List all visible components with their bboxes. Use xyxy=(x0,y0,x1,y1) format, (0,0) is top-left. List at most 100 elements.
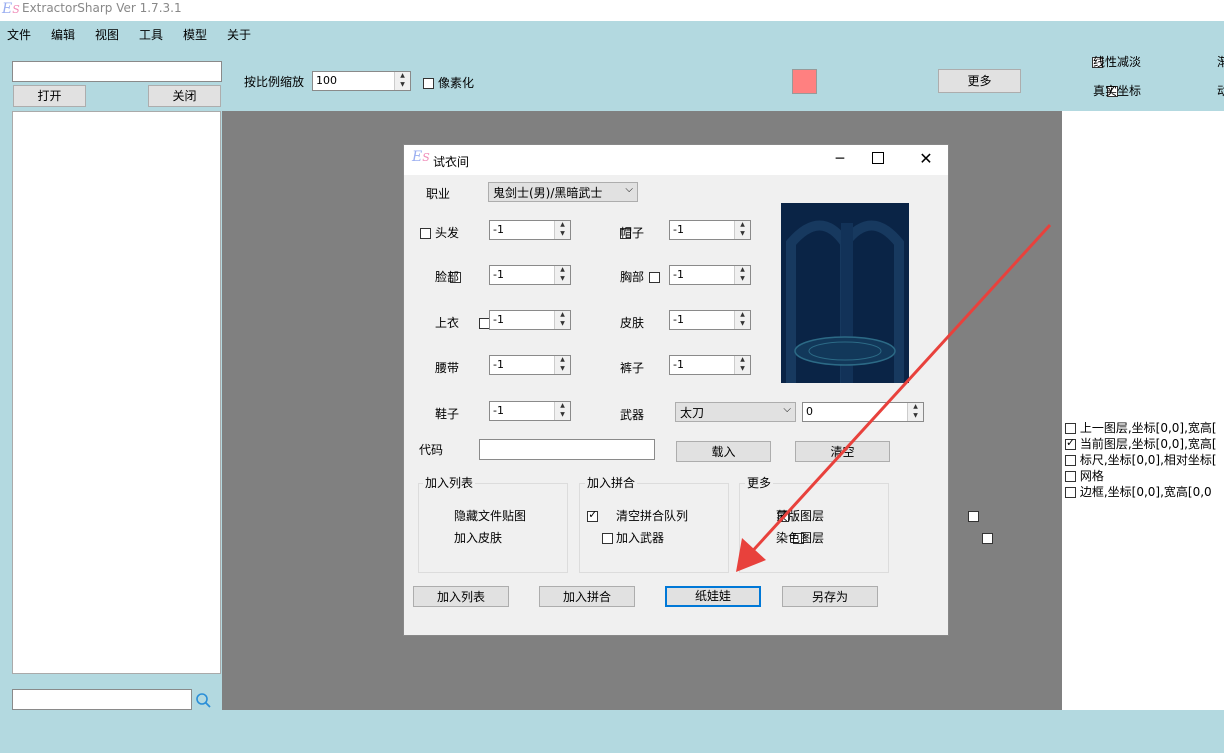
menu-edit[interactable]: 编辑 xyxy=(51,26,75,43)
weapon-type-value: 太刀 xyxy=(680,406,705,420)
hide-files-label: 隐藏文件贴图 xyxy=(454,509,527,523)
belt-stepper[interactable]: -1 ▲ ▼ xyxy=(489,355,571,375)
real-coords-label: 真实坐标 xyxy=(1093,84,1142,98)
group-add-list-title: 加入列表 xyxy=(423,474,476,491)
hair-label: 头发 xyxy=(435,226,460,240)
stepper-arrows[interactable]: ▲ ▼ xyxy=(554,356,570,374)
more-button[interactable]: 更多 xyxy=(938,69,1021,93)
stepper-arrows[interactable]: ▲ ▼ xyxy=(554,266,570,284)
close-button[interactable]: 关闭 xyxy=(148,85,221,107)
pants-label: 裤子 xyxy=(620,361,645,375)
dialog-logo: ES xyxy=(412,149,430,165)
scale-stepper-arrows[interactable]: ▲ ▼ xyxy=(394,72,410,90)
group-add-list xyxy=(418,483,568,573)
layer-item-grid[interactable]: 网格 xyxy=(1065,467,1104,484)
face-value: -1 xyxy=(493,268,504,281)
hair-checkbox[interactable] xyxy=(420,228,431,239)
menu-about[interactable]: 关于 xyxy=(227,26,251,43)
menu-model[interactable]: 模型 xyxy=(183,26,207,43)
window-title: ExtractorSharp Ver 1.7.3.1 xyxy=(22,1,182,15)
menu-view[interactable]: 视图 xyxy=(95,26,119,43)
search-icon[interactable] xyxy=(195,692,212,709)
belt-value: -1 xyxy=(493,358,504,371)
add-merge-button[interactable]: 加入拼合 xyxy=(539,586,635,607)
layer-panel xyxy=(1062,111,1224,710)
dialog-title-bar xyxy=(404,145,948,175)
shoes-label: 鞋子 xyxy=(435,407,460,421)
pants-value: -1 xyxy=(673,358,684,371)
layer-item-border[interactable]: 边框,坐标[0,0],宽高[0,0 xyxy=(1065,483,1212,500)
hair-stepper[interactable]: -1 ▲ ▼ xyxy=(489,220,571,240)
minimize-icon[interactable]: ─ xyxy=(829,145,851,173)
app-logo: ES xyxy=(2,1,20,17)
up-arrow-icon[interactable]: ▲ xyxy=(395,72,410,81)
add-list-button[interactable]: 加入列表 xyxy=(413,586,509,607)
layer-item-prev[interactable]: 上一图层,坐标[0,0],宽高[ xyxy=(1065,419,1217,436)
menu-tools[interactable]: 工具 xyxy=(139,26,163,43)
code-label: 代码 xyxy=(419,443,444,457)
face-label: 脸部 xyxy=(435,270,460,284)
layer-checkbox[interactable] xyxy=(1065,436,1076,450)
option-label-2: 动 xyxy=(1217,84,1224,98)
layer-label: 当前图层,坐标[0,0],宽高[ xyxy=(1079,437,1217,451)
layer-checkbox[interactable] xyxy=(1065,423,1076,434)
path-input[interactable] xyxy=(12,61,222,82)
cap-value: -1 xyxy=(673,223,684,236)
down-arrow-icon[interactable]: ▼ xyxy=(395,81,410,90)
menu-file[interactable]: 文件 xyxy=(7,26,31,43)
layer-checkbox[interactable] xyxy=(1065,487,1076,498)
group-add-merge xyxy=(579,483,729,573)
dialog-title: 试衣间 xyxy=(433,155,470,169)
job-label: 职业 xyxy=(426,187,451,201)
add-weapon-label: 加入武器 xyxy=(616,531,665,545)
search-input[interactable] xyxy=(12,689,192,710)
option-label-1: 渐 xyxy=(1217,55,1224,69)
layer-checkbox[interactable] xyxy=(1065,471,1076,482)
layer-label: 上一图层,坐标[0,0],宽高[ xyxy=(1079,421,1217,435)
chest-label: 胸部 xyxy=(620,270,645,284)
face-stepper[interactable]: -1 ▲ ▼ xyxy=(489,265,571,285)
weapon-label: 武器 xyxy=(620,408,645,422)
save-as-button[interactable]: 另存为 xyxy=(782,586,878,607)
scale-stepper[interactable]: 100 ▲ ▼ xyxy=(312,71,411,91)
layer-item-ruler[interactable]: 标尺,坐标[0,0],相对坐标[ xyxy=(1065,451,1217,468)
layer-checkbox[interactable] xyxy=(1065,455,1076,466)
scale-label: 按比例缩放 xyxy=(244,75,305,89)
pixelate-label: 像素化 xyxy=(438,76,475,90)
job-select[interactable]: 鬼剑士(男)/黑暗武士 ⌵ xyxy=(488,182,638,202)
layer-label: 网格 xyxy=(1079,469,1104,483)
chest-checkbox[interactable] xyxy=(649,272,661,283)
hair-value: -1 xyxy=(493,223,504,236)
coat-value: -1 xyxy=(493,313,504,326)
layer-label: 标尺,坐标[0,0],相对坐标[ xyxy=(1079,453,1217,467)
job-select-value: 鬼剑士(男)/黑暗武士 xyxy=(493,186,603,200)
scale-value: 100 xyxy=(316,74,337,87)
shoes-value: -1 xyxy=(493,404,504,417)
annotation-arrow-icon xyxy=(736,223,1052,572)
coat-label: 上衣 xyxy=(435,316,460,330)
skin-label: 皮肤 xyxy=(620,316,645,330)
chevron-down-icon: ⌵ xyxy=(625,184,633,195)
stepper-arrows[interactable]: ▲ ▼ xyxy=(554,311,570,329)
clear-queue-label: 清空拼合队列 xyxy=(616,509,689,523)
layer-item-current[interactable]: 当前图层,坐标[0,0],宽高[ xyxy=(1065,435,1217,452)
file-list[interactable] xyxy=(12,111,221,674)
title-bar: ES ExtractorSharp Ver 1.7.3.1 xyxy=(0,0,1224,21)
open-button[interactable]: 打开 xyxy=(13,85,86,107)
color-swatch[interactable] xyxy=(792,69,817,94)
belt-label: 腰带 xyxy=(435,361,460,375)
close-icon[interactable]: ✕ xyxy=(916,145,936,173)
paper-doll-button[interactable]: 纸娃娃 xyxy=(665,586,761,607)
coat-stepper[interactable]: -1 ▲ ▼ xyxy=(489,310,571,330)
stepper-arrows[interactable]: ▲ ▼ xyxy=(554,402,570,420)
layer-label: 边框,坐标[0,0],宽高[0,0 xyxy=(1079,485,1212,499)
shoes-stepper[interactable]: -1 ▲ ▼ xyxy=(489,401,571,421)
stepper-arrows[interactable]: ▲ ▼ xyxy=(554,221,570,239)
skin-value: -1 xyxy=(673,313,684,326)
code-input[interactable] xyxy=(479,439,655,460)
cap-label: 帽子 xyxy=(620,226,645,240)
pixelate-checkbox[interactable] xyxy=(423,78,434,89)
chest-value: -1 xyxy=(673,268,684,281)
linear-fade-label: 线性减淡 xyxy=(1093,55,1142,69)
maximize-icon[interactable] xyxy=(872,152,884,164)
